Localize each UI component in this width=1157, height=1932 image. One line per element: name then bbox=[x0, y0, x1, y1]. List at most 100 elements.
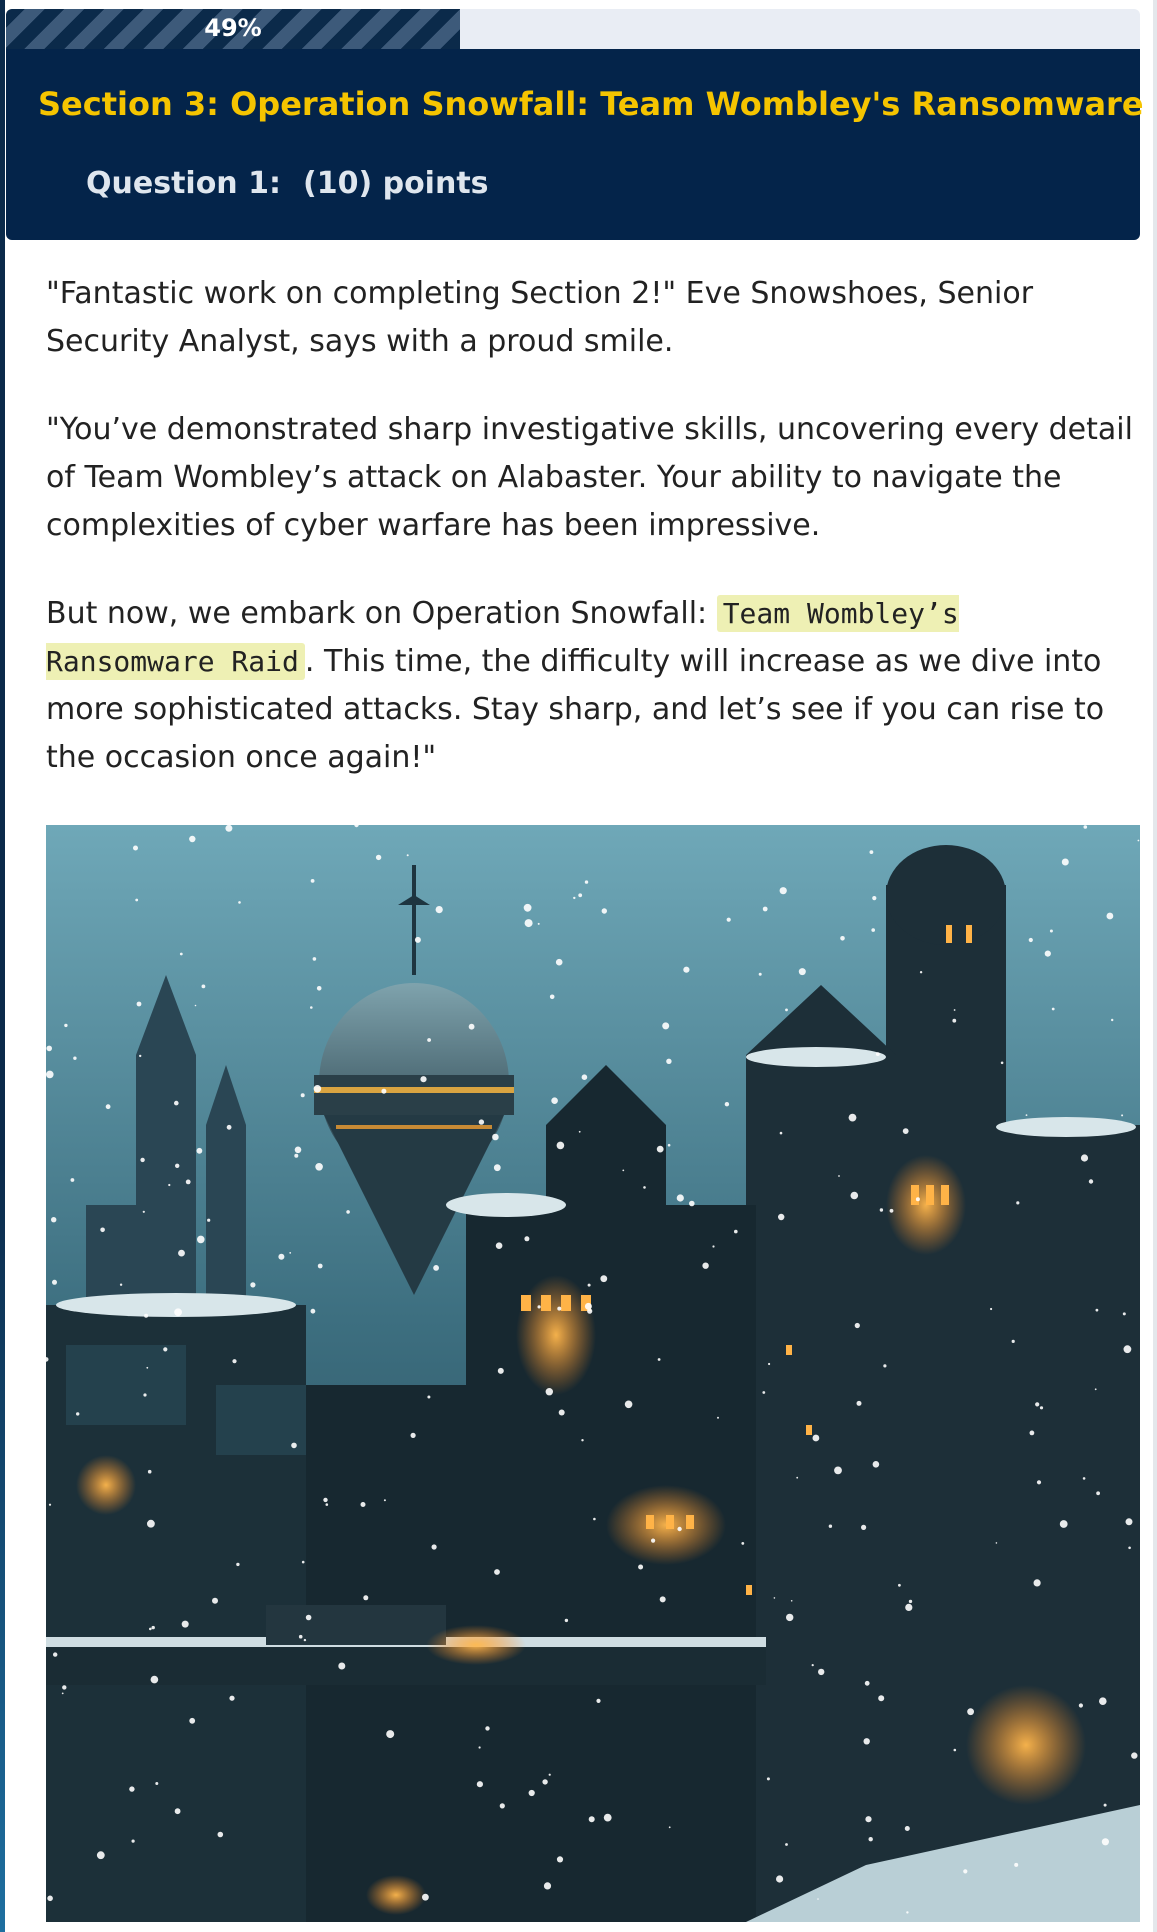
snowflake bbox=[312, 957, 317, 961]
snowflake bbox=[1111, 1018, 1114, 1022]
points-label: (10) points bbox=[302, 166, 489, 201]
snowflake bbox=[51, 1217, 57, 1223]
mission-text-before: But now, we embark on Operation Snowfall… bbox=[46, 596, 717, 631]
snowflake bbox=[406, 854, 409, 857]
snowflake bbox=[431, 1544, 437, 1550]
snowflake bbox=[323, 1497, 328, 1503]
snowflake bbox=[952, 1018, 957, 1023]
snowflake bbox=[578, 1130, 581, 1133]
snowflake bbox=[140, 1157, 145, 1163]
snowflake bbox=[838, 1175, 840, 1177]
snowflake bbox=[863, 1738, 870, 1745]
snowflake bbox=[683, 966, 690, 973]
snowflake bbox=[953, 1748, 957, 1752]
snowflake bbox=[657, 1358, 661, 1361]
snowflake bbox=[232, 1359, 237, 1364]
progress-bar: 49% bbox=[6, 9, 1140, 49]
snowflake bbox=[1051, 1007, 1055, 1011]
snowflake bbox=[207, 1218, 211, 1222]
snowflake bbox=[468, 1023, 475, 1030]
snowflake bbox=[197, 1235, 205, 1244]
snowflake bbox=[812, 1434, 820, 1442]
snowflake bbox=[834, 1466, 842, 1475]
snowflake bbox=[1035, 1402, 1040, 1407]
snowflake bbox=[596, 1698, 601, 1703]
snowflake bbox=[584, 880, 589, 884]
snowflake bbox=[779, 887, 787, 895]
snowflake bbox=[1033, 1579, 1041, 1587]
snowflake bbox=[578, 893, 583, 898]
snowflake bbox=[785, 1843, 788, 1846]
snowflake bbox=[702, 1262, 709, 1269]
snowflake bbox=[712, 1245, 715, 1248]
snowflake bbox=[524, 919, 533, 928]
snowflake bbox=[818, 1668, 825, 1676]
snowflake bbox=[136, 1001, 142, 1007]
snowflake bbox=[175, 1163, 180, 1168]
snowflake bbox=[485, 1726, 490, 1731]
scrollbar-track[interactable] bbox=[1153, 0, 1157, 1932]
snowflake bbox=[872, 896, 877, 901]
snowflake bbox=[1095, 1308, 1099, 1312]
snowflake bbox=[150, 1675, 159, 1684]
snowflake bbox=[1131, 1752, 1138, 1759]
snowflake bbox=[904, 1826, 910, 1831]
snowflake bbox=[61, 1692, 64, 1695]
snowflake bbox=[360, 1502, 366, 1507]
snowflake bbox=[643, 1186, 646, 1189]
snowflake bbox=[62, 1685, 67, 1690]
section-header: Section 3: Operation Snowfall: Team Womb… bbox=[6, 49, 1157, 240]
snowflake bbox=[144, 1313, 149, 1318]
snowflake bbox=[875, 1052, 880, 1056]
snowflake bbox=[212, 1597, 218, 1604]
snowflake bbox=[1049, 929, 1053, 933]
snowflake bbox=[676, 1194, 684, 1202]
snowflake bbox=[96, 1851, 105, 1860]
snowflake bbox=[163, 1347, 168, 1352]
snowflake bbox=[528, 1789, 535, 1797]
snowflake bbox=[762, 906, 768, 912]
snowflake bbox=[741, 1542, 745, 1545]
snowflake bbox=[236, 1562, 240, 1567]
snowflake bbox=[967, 1708, 974, 1716]
snowflake bbox=[105, 1104, 111, 1110]
snowflake bbox=[73, 1056, 77, 1060]
section-title-text: Section 3: Operation Snowfall: Team Womb… bbox=[38, 85, 1157, 123]
snowflake bbox=[179, 952, 183, 956]
page: 49% Section 3: Operation Snowfall: Team … bbox=[0, 0, 1157, 1932]
snowflake bbox=[133, 845, 138, 851]
snowflake bbox=[850, 1191, 859, 1200]
snowflake bbox=[303, 1638, 307, 1642]
snowflake bbox=[494, 1569, 500, 1575]
snowflake bbox=[381, 1088, 387, 1094]
snowflake bbox=[817, 1898, 819, 1900]
snowflake bbox=[915, 1197, 920, 1202]
snowflake bbox=[189, 1717, 196, 1724]
snowflake bbox=[46, 1045, 52, 1052]
snowflake bbox=[651, 1538, 656, 1543]
snowflake bbox=[879, 1208, 884, 1212]
snowflake bbox=[250, 1282, 256, 1288]
snowflake bbox=[225, 825, 233, 832]
snowflake bbox=[871, 928, 875, 932]
snowflake bbox=[1011, 1339, 1015, 1343]
snowflake bbox=[53, 1652, 58, 1657]
snowflake bbox=[291, 1442, 297, 1449]
snowflake bbox=[420, 1076, 427, 1083]
snowflake bbox=[346, 1210, 350, 1214]
snowflake bbox=[76, 1412, 80, 1416]
snowflake bbox=[497, 1367, 504, 1374]
snowflake bbox=[168, 1183, 171, 1187]
snowflake bbox=[622, 1169, 625, 1172]
snowflake bbox=[840, 936, 845, 941]
snowflake bbox=[119, 1283, 123, 1286]
snowflake bbox=[1088, 1179, 1094, 1184]
section-title-dropdown[interactable]: Section 3: Operation Snowfall: Team Womb… bbox=[38, 85, 1157, 123]
snowflake bbox=[298, 1634, 303, 1639]
snowflake bbox=[1106, 912, 1114, 920]
snowflake bbox=[726, 917, 731, 922]
snowflake bbox=[878, 1695, 885, 1702]
snowflake bbox=[410, 1432, 416, 1438]
snowflake bbox=[1000, 1061, 1004, 1065]
snowflake bbox=[778, 1213, 785, 1221]
